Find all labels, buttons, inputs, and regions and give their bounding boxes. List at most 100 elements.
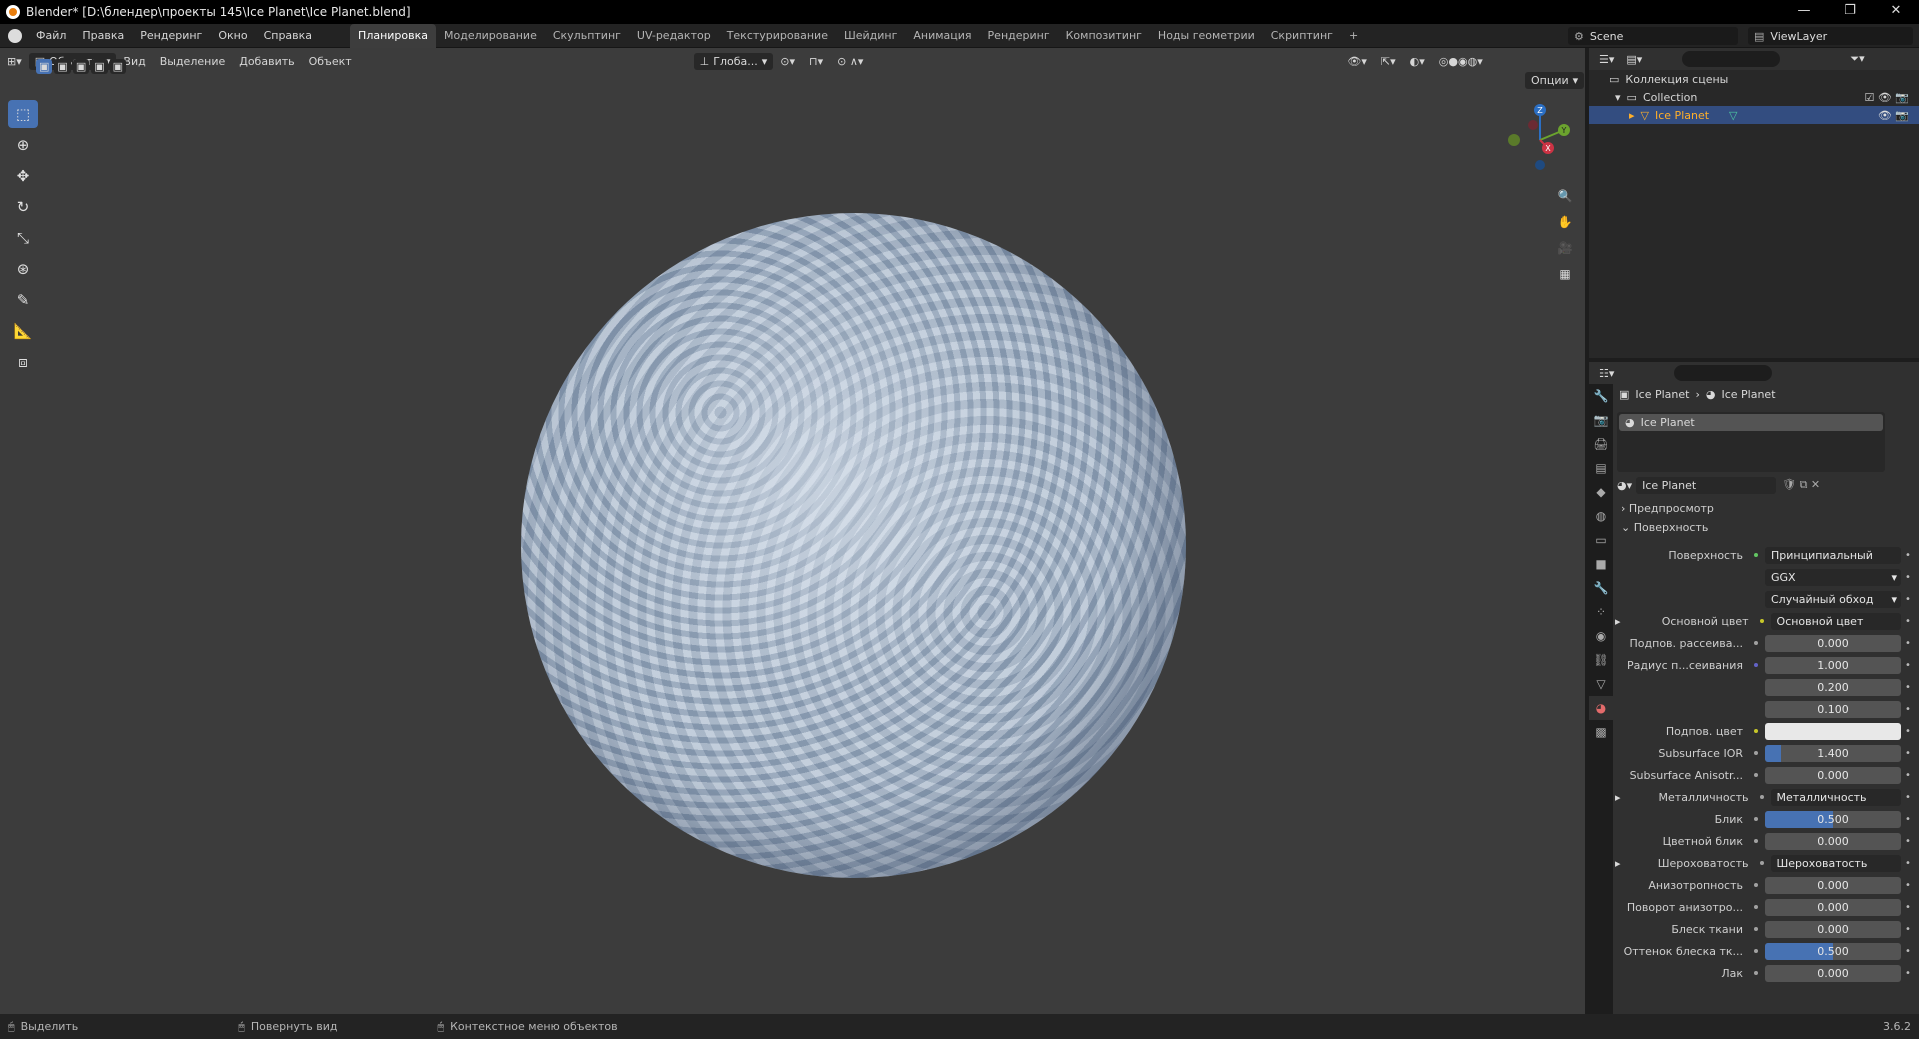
scale-tool-icon[interactable]: ⤡ <box>8 224 38 252</box>
options-dropdown[interactable]: Опции ▾ <box>1525 72 1585 89</box>
color-swatch[interactable] <box>1765 722 1901 740</box>
socket-icon[interactable] <box>1751 880 1761 890</box>
restore-button[interactable]: ❐ <box>1827 0 1873 24</box>
select-subtract-icon[interactable]: ▣ <box>72 59 90 74</box>
tab-sculpting[interactable]: Скульптинг <box>545 24 629 48</box>
panel-surface-header[interactable]: ⌄ Поверхность <box>1621 521 1708 534</box>
tab-geometry-nodes[interactable]: Ноды геометрии <box>1150 24 1263 48</box>
select-box-tool-icon[interactable]: ⬚ <box>8 100 38 128</box>
tab-texture-paint[interactable]: Текстурирование <box>719 24 836 48</box>
shader-value-field[interactable]: Принципиальный BSDF <box>1765 546 1901 564</box>
menu-edit[interactable]: Правка <box>74 29 132 42</box>
material-actions-icons[interactable]: 🛡 ⧉ ✕ <box>1782 478 1820 492</box>
tab-uv-editing[interactable]: UV-редактор <box>629 24 719 48</box>
shader-value-field[interactable]: Шероховатость <box>1770 854 1901 872</box>
menu-add[interactable]: Добавить <box>232 55 301 68</box>
outliner-row-scene-collection[interactable]: ▭ Коллекция сцены <box>1589 70 1919 88</box>
keyframe-dot-icon[interactable]: • <box>1901 902 1915 913</box>
outliner-row-collection[interactable]: ▾ ▭ Collection ☑ 👁 📷 <box>1589 88 1919 106</box>
socket-icon[interactable] <box>1751 660 1761 670</box>
zoom-icon[interactable]: 🔍 <box>1554 185 1576 207</box>
texture-tab-icon[interactable]: ▩ <box>1589 720 1613 744</box>
select-invert-icon[interactable]: ▣ <box>91 59 108 74</box>
menu-select[interactable]: Выделение <box>153 55 233 68</box>
view-layer-selector[interactable]: ▤ ViewLayer <box>1748 27 1913 45</box>
menu-help[interactable]: Справка <box>256 29 320 42</box>
shader-value-field[interactable]: Основной цвет <box>1770 612 1901 630</box>
pivot-icon[interactable]: ⊙▾ <box>773 55 802 68</box>
annotate-tool-icon[interactable]: ✎ <box>8 286 38 314</box>
expand-arrow-icon[interactable]: ▾ <box>1615 91 1621 104</box>
properties-editor-icon[interactable]: ☷▾ <box>1599 367 1614 380</box>
socket-icon[interactable] <box>1751 814 1761 824</box>
socket-icon[interactable] <box>1751 770 1761 780</box>
move-tool-icon[interactable]: ✥ <box>8 162 38 190</box>
tab-rendering[interactable]: Рендеринг <box>980 24 1058 48</box>
tab-scripting[interactable]: Скриптинг <box>1263 24 1341 48</box>
ortho-grid-icon[interactable]: ▦ <box>1554 263 1576 285</box>
visibility-toggles[interactable]: ☑ 👁 📷 <box>1864 91 1909 104</box>
physics-tab-icon[interactable]: ◉ <box>1589 624 1613 648</box>
outliner-row-ice-planet[interactable]: ▸ ▽ Ice Planet ▽ 👁 📷 <box>1589 106 1919 124</box>
shading-modes-icon[interactable]: ◎●◉◍▾ <box>1432 55 1490 68</box>
tab-layout[interactable]: Планировка <box>350 23 437 48</box>
cursor-tool-icon[interactable]: ⊕ <box>8 131 38 159</box>
tab-animation[interactable]: Анимация <box>905 24 979 48</box>
select-extend-icon[interactable]: ▣ <box>54 59 71 74</box>
keyframe-dot-icon[interactable]: • <box>1901 594 1915 605</box>
gizmo-toggle-icon[interactable]: ⇱▾ <box>1374 55 1403 68</box>
keyframe-dot-icon[interactable]: • <box>1901 572 1915 583</box>
object-tab-icon[interactable]: ■ <box>1589 552 1613 576</box>
material-slot[interactable]: ◕ Ice Planet <box>1619 414 1883 431</box>
shader-value-field[interactable]: 1.400 <box>1765 744 1901 762</box>
socket-icon[interactable] <box>1751 924 1761 934</box>
navigation-gizmo[interactable]: Z Y X <box>1500 100 1580 180</box>
select-intersect-icon[interactable]: ▣ <box>109 59 127 74</box>
snap-icon[interactable]: ⊓▾ <box>802 55 830 68</box>
shader-value-field[interactable]: 0.100 <box>1765 700 1901 718</box>
shader-value-field[interactable]: 0.000 <box>1765 832 1901 850</box>
display-mode-icon[interactable]: ▤▾ <box>1626 53 1642 66</box>
socket-icon[interactable] <box>1757 616 1767 626</box>
shader-value-field[interactable]: 0.000 <box>1765 766 1901 784</box>
add-workspace-button[interactable]: + <box>1341 24 1366 48</box>
particles-tab-icon[interactable]: ⁘ <box>1589 600 1613 624</box>
outliner-editor-icon[interactable]: ☰▾ <box>1599 53 1614 66</box>
keyframe-dot-icon[interactable]: • <box>1901 748 1915 759</box>
keyframe-dot-icon[interactable]: • <box>1901 880 1915 891</box>
keyframe-dot-icon[interactable]: • <box>1901 770 1915 781</box>
constraints-tab-icon[interactable]: ⛓ <box>1589 648 1613 672</box>
rotate-tool-icon[interactable]: ↻ <box>8 193 38 221</box>
shader-value-field[interactable]: 0.000 <box>1765 876 1901 894</box>
keyframe-dot-icon[interactable]: • <box>1901 616 1915 627</box>
add-cube-tool-icon[interactable]: ⧈ <box>8 348 38 376</box>
menu-object[interactable]: Объект <box>302 55 359 68</box>
keyframe-dot-icon[interactable]: • <box>1901 550 1915 561</box>
keyframe-dot-icon[interactable]: • <box>1901 836 1915 847</box>
shader-value-field[interactable]: Металличность <box>1770 788 1901 806</box>
material-name-field[interactable]: Ice Planet <box>1636 476 1777 494</box>
shader-value-field[interactable]: 0.000 <box>1765 898 1901 916</box>
material-browse-icon[interactable]: ◕▾ <box>1617 479 1632 492</box>
socket-icon[interactable] <box>1751 946 1761 956</box>
ice-planet-sphere[interactable] <box>521 213 1186 878</box>
keyframe-dot-icon[interactable]: • <box>1901 638 1915 649</box>
visibility-toggles[interactable]: 👁 📷 <box>1878 109 1909 122</box>
proportional-edit-icon[interactable]: ⊙ ∧▾ <box>830 55 870 68</box>
menu-window[interactable]: Окно <box>210 29 255 42</box>
visibility-icon[interactable]: 👁▾ <box>1340 55 1374 68</box>
keyframe-dot-icon[interactable]: • <box>1901 946 1915 957</box>
menu-render[interactable]: Рендеринг <box>132 29 210 42</box>
filter-icon[interactable]: ⏷▾ <box>1850 52 1864 66</box>
select-new-icon[interactable]: ▣ <box>36 59 53 74</box>
pan-hand-icon[interactable]: ✋ <box>1554 211 1576 233</box>
transform-orientation[interactable]: ⊥ Глоба... ▾ <box>693 52 774 70</box>
keyframe-dot-icon[interactable]: • <box>1901 682 1915 693</box>
camera-view-icon[interactable]: 🎥 <box>1554 237 1576 259</box>
keyframe-dot-icon[interactable]: • <box>1901 814 1915 825</box>
output-tab-icon[interactable]: 🖨 <box>1589 432 1613 456</box>
overlay-icon[interactable]: ◐▾ <box>1403 55 1432 68</box>
keyframe-dot-icon[interactable]: • <box>1901 660 1915 671</box>
scene-selector[interactable]: ⚙ Scene <box>1568 27 1738 45</box>
shader-value-field[interactable]: 0.000 <box>1765 920 1901 938</box>
